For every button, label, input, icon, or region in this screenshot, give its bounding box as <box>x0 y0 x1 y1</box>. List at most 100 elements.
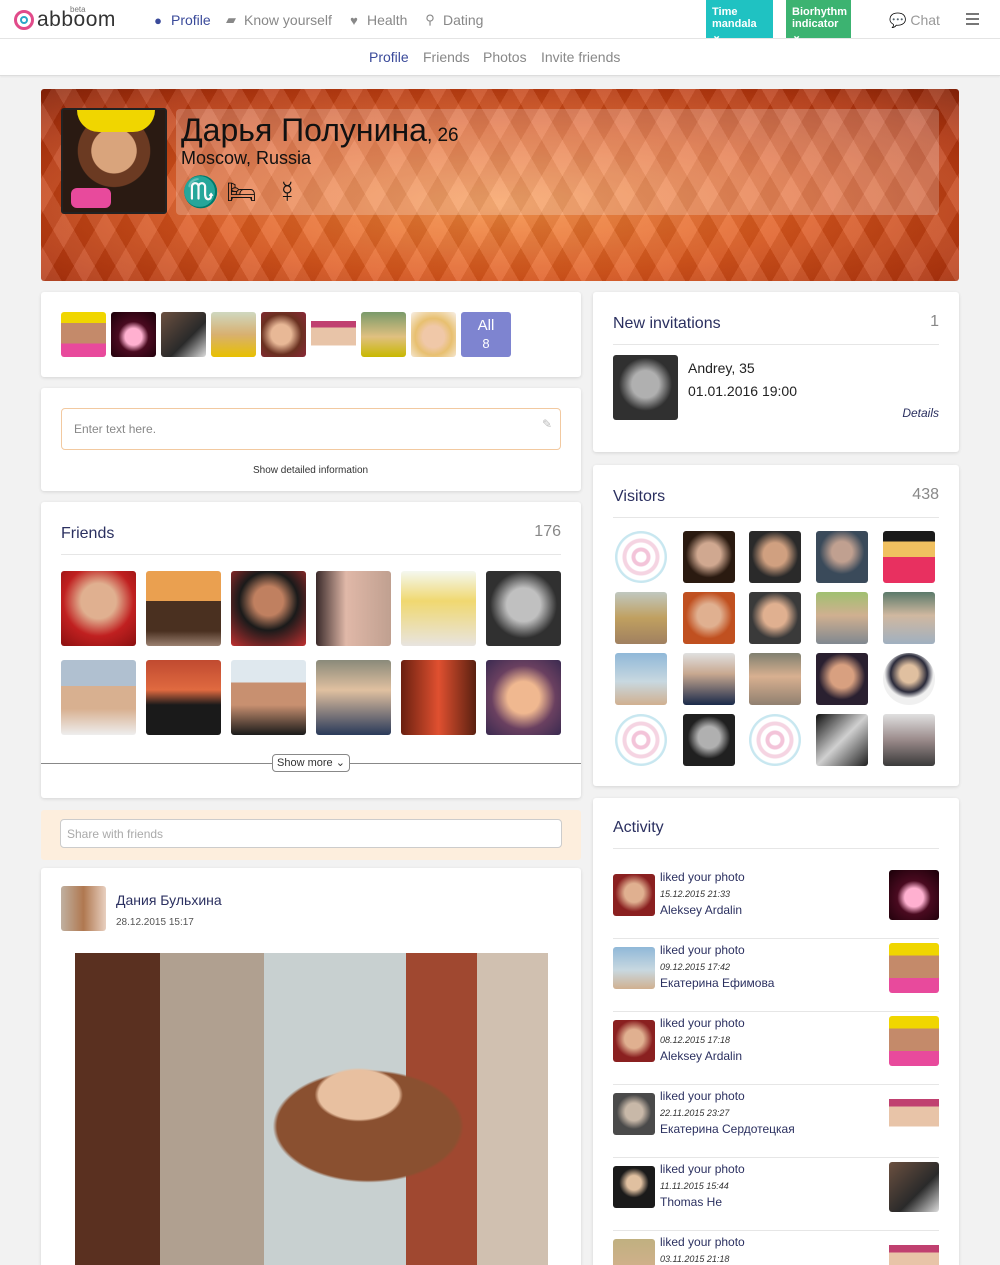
all-photos-button[interactable]: All 8 <box>461 312 511 357</box>
default-avatar-icon[interactable] <box>749 714 801 766</box>
photo-thumb[interactable] <box>211 312 256 357</box>
photo-thumb[interactable] <box>411 312 456 357</box>
photo-thumb[interactable] <box>261 312 306 357</box>
activity-date: 22.11.2015 23:27 <box>660 1108 730 1118</box>
subnav-photos[interactable]: Photos <box>483 49 527 65</box>
visitor-avatar[interactable] <box>749 653 801 705</box>
scorpio-icon[interactable]: ♏ <box>182 177 219 209</box>
activity-user[interactable]: Екатерина Сердотецкая <box>660 1122 795 1136</box>
activity-photo[interactable] <box>889 943 939 993</box>
invitation-details-link[interactable]: Details <box>902 406 939 420</box>
activity-item[interactable]: liked your photo 15.12.2015 21:33 Alekse… <box>613 866 939 939</box>
chat-link[interactable]: 💬 Chat <box>889 12 940 29</box>
show-more-friends-button[interactable]: Show more ⌄ <box>272 754 350 772</box>
activity-photo[interactable] <box>889 1016 939 1066</box>
visitors-card: Visitors 438 <box>593 465 959 786</box>
friend-avatar[interactable] <box>146 571 221 646</box>
visitor-avatar[interactable] <box>683 714 735 766</box>
nav-profile[interactable]: ● Profile <box>151 12 211 28</box>
time-mandala-line2: mandala <box>712 18 757 30</box>
post-photo[interactable] <box>75 953 548 1265</box>
subnav-friends[interactable]: Friends <box>423 49 470 65</box>
show-detailed-info-link[interactable]: Show detailed information <box>253 465 368 476</box>
photo-thumb[interactable] <box>61 312 106 357</box>
friend-avatar[interactable] <box>146 660 221 735</box>
photo-thumb[interactable] <box>161 312 206 357</box>
visitor-avatar[interactable] <box>816 531 868 583</box>
activity-user[interactable]: Екатерина Ефимова <box>660 976 774 990</box>
visitor-avatar[interactable] <box>615 592 667 644</box>
activity-title: Activity <box>613 819 664 836</box>
invitation-avatar[interactable] <box>613 355 678 420</box>
nav-health[interactable]: ♥ Health <box>347 12 407 28</box>
activity-user[interactable]: Aleksey Ardalin <box>660 903 742 917</box>
activity-photo[interactable] <box>889 1162 939 1212</box>
post-author-name[interactable]: Дания Бульхина <box>116 892 222 908</box>
friend-avatar[interactable] <box>486 660 561 735</box>
activity-photo[interactable] <box>889 1235 939 1265</box>
biorhythm-indicator-button[interactable]: Biorhythm indicator ⌄ <box>786 0 851 42</box>
photo-thumb[interactable] <box>361 312 406 357</box>
friend-avatar[interactable] <box>401 660 476 735</box>
post-date: 28.12.2015 15:17 <box>116 917 194 928</box>
activity-user[interactable]: Aleksey Ardalin <box>660 1049 742 1063</box>
activity-item[interactable]: liked your photo 09.12.2015 17:42 Екатер… <box>613 939 939 1012</box>
activity-user-avatar[interactable] <box>613 874 655 916</box>
friend-avatar[interactable] <box>61 571 136 646</box>
share-input[interactable]: Share with friends <box>60 819 562 848</box>
activity-user-avatar[interactable] <box>613 1020 655 1062</box>
activity-user-avatar[interactable] <box>613 947 655 989</box>
activity-user-avatar[interactable] <box>613 1166 655 1208</box>
activity-item[interactable]: liked your photo 11.11.2015 15:44 Thomas… <box>613 1158 939 1231</box>
visitor-avatar[interactable] <box>816 592 868 644</box>
visitor-avatar[interactable] <box>883 714 935 766</box>
photos-card: All 8 <box>41 292 581 377</box>
visitor-avatar[interactable] <box>683 531 735 583</box>
default-avatar-icon[interactable] <box>615 714 667 766</box>
visitor-avatar[interactable] <box>749 531 801 583</box>
activity-user-avatar[interactable] <box>613 1093 655 1135</box>
friend-avatar[interactable] <box>231 660 306 735</box>
activity-user-avatar[interactable] <box>613 1239 655 1265</box>
photo-thumb[interactable] <box>111 312 156 357</box>
activity-item[interactable]: liked your photo 03.11.2015 21:18 <box>613 1231 939 1265</box>
friend-avatar[interactable] <box>486 571 561 646</box>
default-avatar-icon[interactable] <box>615 531 667 583</box>
logo-icon <box>14 10 34 30</box>
nav-know-yourself[interactable]: ▰ Know yourself <box>224 12 332 28</box>
brand-logo[interactable]: abboom beta <box>14 5 116 33</box>
activity-item[interactable]: liked your photo 08.12.2015 17:18 Alekse… <box>613 1012 939 1085</box>
visitor-avatar[interactable] <box>883 653 935 705</box>
mercury-icon[interactable]: ☿ <box>276 177 299 209</box>
activity-user[interactable]: Thomas He <box>660 1195 722 1209</box>
visitor-avatar[interactable] <box>749 592 801 644</box>
subnav-invite-friends[interactable]: Invite friends <box>541 49 620 65</box>
visitor-avatar[interactable] <box>683 653 735 705</box>
activity-photo[interactable] <box>889 1089 939 1139</box>
friend-avatar[interactable] <box>61 660 136 735</box>
book-icon: ▰ <box>226 12 236 27</box>
bed-icon[interactable]: 🛏 <box>226 177 256 209</box>
subnav-profile[interactable]: Profile <box>369 49 409 65</box>
invitation-name[interactable]: Andrey, 35 <box>688 360 755 376</box>
activity-photo[interactable] <box>889 870 939 920</box>
post-author-avatar[interactable] <box>61 886 106 931</box>
time-mandala-button[interactable]: Time mandala ⌄ <box>706 0 773 42</box>
nav-dating[interactable]: ⚲ Dating <box>423 12 483 28</box>
friend-avatar[interactable] <box>316 660 391 735</box>
menu-icon[interactable] <box>966 13 979 25</box>
profile-name: Дарья Полунина, 26 <box>181 112 459 149</box>
profile-avatar[interactable] <box>61 108 167 214</box>
photo-thumb[interactable] <box>311 312 356 357</box>
activity-item[interactable]: liked your photo 22.11.2015 23:27 Екатер… <box>613 1085 939 1158</box>
visitor-avatar[interactable] <box>883 592 935 644</box>
visitor-avatar[interactable] <box>615 653 667 705</box>
friend-avatar[interactable] <box>231 571 306 646</box>
visitor-avatar[interactable] <box>883 531 935 583</box>
visitor-avatar[interactable] <box>816 714 868 766</box>
visitor-avatar[interactable] <box>683 592 735 644</box>
status-input[interactable]: Enter text here. ✎ <box>61 408 561 450</box>
visitor-avatar[interactable] <box>816 653 868 705</box>
friend-avatar[interactable] <box>401 571 476 646</box>
friend-avatar[interactable] <box>316 571 391 646</box>
